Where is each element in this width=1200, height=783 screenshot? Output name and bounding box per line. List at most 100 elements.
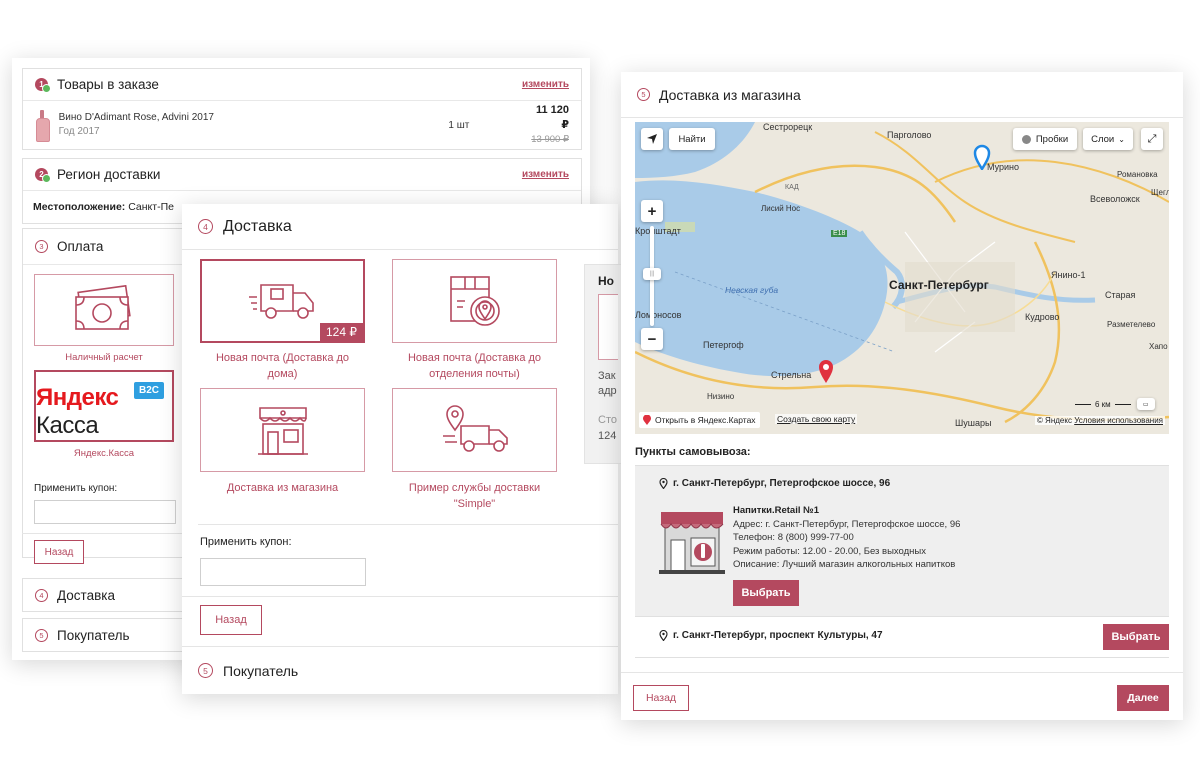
map-place-label: Мурино [987,162,1020,172]
map-place-label: Ломоносов [635,310,682,320]
store-illustration-icon [659,512,725,574]
edit-items-link[interactable]: изменить [522,79,569,90]
store-address: Адрес: г. Санкт-Петербург, Петергофское … [733,518,961,530]
yandex-map[interactable]: Сестрорецк Парголово Мурино Романовка Ще… [635,122,1169,434]
select-store-button[interactable]: Выбрать [733,580,799,606]
next-button[interactable]: Далее [1117,685,1169,711]
map-find-button[interactable]: Найти [669,128,715,150]
delivery-option-post[interactable] [392,259,557,343]
pickup-address: г. Санкт-Петербург, проспект Культуры, 4… [659,630,883,641]
section-title: Покупатель [57,627,130,643]
map-place-label: Парголово [887,130,932,140]
step-number-badge: 5 [198,663,213,678]
back-button[interactable]: Назад [34,540,84,564]
truck-location-icon [442,405,508,452]
map-place-label: Разметелево [1107,320,1156,329]
step-number-badge: 4 [198,219,213,234]
coupon-input[interactable] [200,558,366,586]
layers-button[interactable]: Слои ⌄ [1083,128,1133,150]
map-location-pin-icon[interactable] [973,144,991,170]
aside-line: адр [598,385,617,397]
product-row: Вино D'Adimant Rose, Advini 2017 Год 201… [23,101,581,149]
location-value: Санкт-Пе [128,201,174,213]
create-map-link[interactable]: Создать свою карту [775,414,858,424]
store-hours: Режим работы: 12.00 - 20.00, Без выходны… [733,545,927,557]
map-place-label: Всеволожск [1090,194,1140,204]
fullscreen-button[interactable]: ⤢ [1141,128,1163,150]
navigation-arrow-icon [647,134,657,144]
coupon-input[interactable] [34,500,176,524]
location-pin-icon [659,630,668,641]
back-button[interactable]: Назад [633,685,689,711]
pickup-point-expanded: г. Санкт-Петербург, Петергофское шоссе, … [635,465,1169,617]
payment-cash-tile[interactable] [34,274,174,346]
wine-bottle-icon [35,110,50,142]
delivery-van-icon [248,284,314,319]
section-title: Доставка [223,217,292,235]
delivery-option-store[interactable] [200,388,365,472]
map-place-label: Хапо [1149,342,1168,351]
store-details: Напитки.Retail №1 Адрес: г. Санкт-Петерб… [733,504,960,572]
map-place-label: Кронштадт [635,226,681,236]
terms-link[interactable]: Условия использования [1074,416,1163,425]
map-place-label: Петергоф [703,340,744,350]
aside-line: 124 [598,430,617,442]
map-place-label: Низино [707,392,735,401]
section-title: Доставка [57,587,115,603]
section-title: Покупатель [223,662,299,679]
delivery-card: 4 Доставка Но Зак адр Сто 124 124 ₽ Нова… [182,204,624,694]
geolocation-button[interactable] [641,128,663,150]
step-done-badge: 2 [35,168,51,183]
delivery-option-label: Новая почта (Доставка до дома) [215,352,350,380]
step-number-badge: 3 [35,240,48,253]
step-number-badge: 4 [35,588,48,602]
aside-title: Но [598,274,614,288]
delivery-option-home[interactable]: 124 ₽ [200,259,365,343]
buyer-section-collapsed[interactable]: 5 Покупатель [182,646,618,694]
delivery-option-label: Пример службы доставки "Simple" [408,482,541,510]
store-delivery-card: 5 Доставка из магазина Сестрорецк Паргол… [621,72,1183,720]
select-store-button[interactable]: Выбрать [1103,624,1169,650]
aside-line: Сто [598,414,617,426]
chevron-down-icon: ⌄ [1118,134,1125,144]
coupon-label: Применить купон: [200,536,292,548]
store-name: Напитки.Retail №1 [733,505,819,516]
back-button[interactable]: Назад [200,605,262,635]
section-title: Оплата [57,239,104,254]
payment-cash-label: Наличный расчет [65,352,143,363]
store-description: Описание: Лучший магазин алкогольных нап… [733,559,956,570]
pickup-address: г. Санкт-Петербург, Петергофское шоссе, … [659,478,890,489]
delivery-option-simple[interactable] [392,388,557,472]
map-store-pin-icon[interactable] [817,358,835,384]
cash-icon [75,285,131,330]
edit-region-link[interactable]: изменить [522,169,569,180]
product-old-price: 13 900 ₽ [531,134,569,145]
map-place-label: Щеглово [1151,188,1169,197]
delivery-option-label: Новая почта (Доставка до отделения почты… [407,352,542,380]
product-year: Год 2017 [58,126,100,137]
ruler-icon[interactable]: ▭ [1136,398,1155,410]
zoom-out-button[interactable]: − [641,328,663,350]
product-qty: 1 шт [448,119,470,131]
zoom-slider-handle[interactable]: ||| [643,268,661,280]
traffic-button[interactable]: Пробки [1013,128,1077,150]
map-place-label: Шушары [955,418,992,428]
product-price: 11 120 ₽ [535,104,569,131]
map-scale: 6 км ▭ [1075,398,1155,410]
map-place-label: Лисий Нос [761,204,801,213]
step-number-badge: 5 [35,628,48,642]
map-copyright: © Яндекс Условия использования [1034,416,1165,425]
payment-yandex-label: Яндекс.Касса [73,448,135,459]
step-number-badge: 5 [637,88,650,101]
road-badge: Е18 [831,230,848,237]
open-in-yandex-link[interactable]: Открыть в Яндекс.Картах [639,412,760,428]
delivery-price-tag: 124 ₽ [320,323,363,341]
section-title: Товары в заказе [57,77,159,92]
location-label: Местоположение: [33,201,126,213]
zoom-in-button[interactable]: + [641,200,663,222]
pickup-point-collapsed[interactable]: г. Санкт-Петербург, проспект Культуры, 4… [635,618,1169,658]
traffic-icon [1021,134,1031,144]
map-water-label: Невская губа [725,285,779,295]
map-place-label: Стрельна [771,370,812,380]
payment-yandex-tile[interactable]: B2C Яндекс Касса [34,370,174,442]
